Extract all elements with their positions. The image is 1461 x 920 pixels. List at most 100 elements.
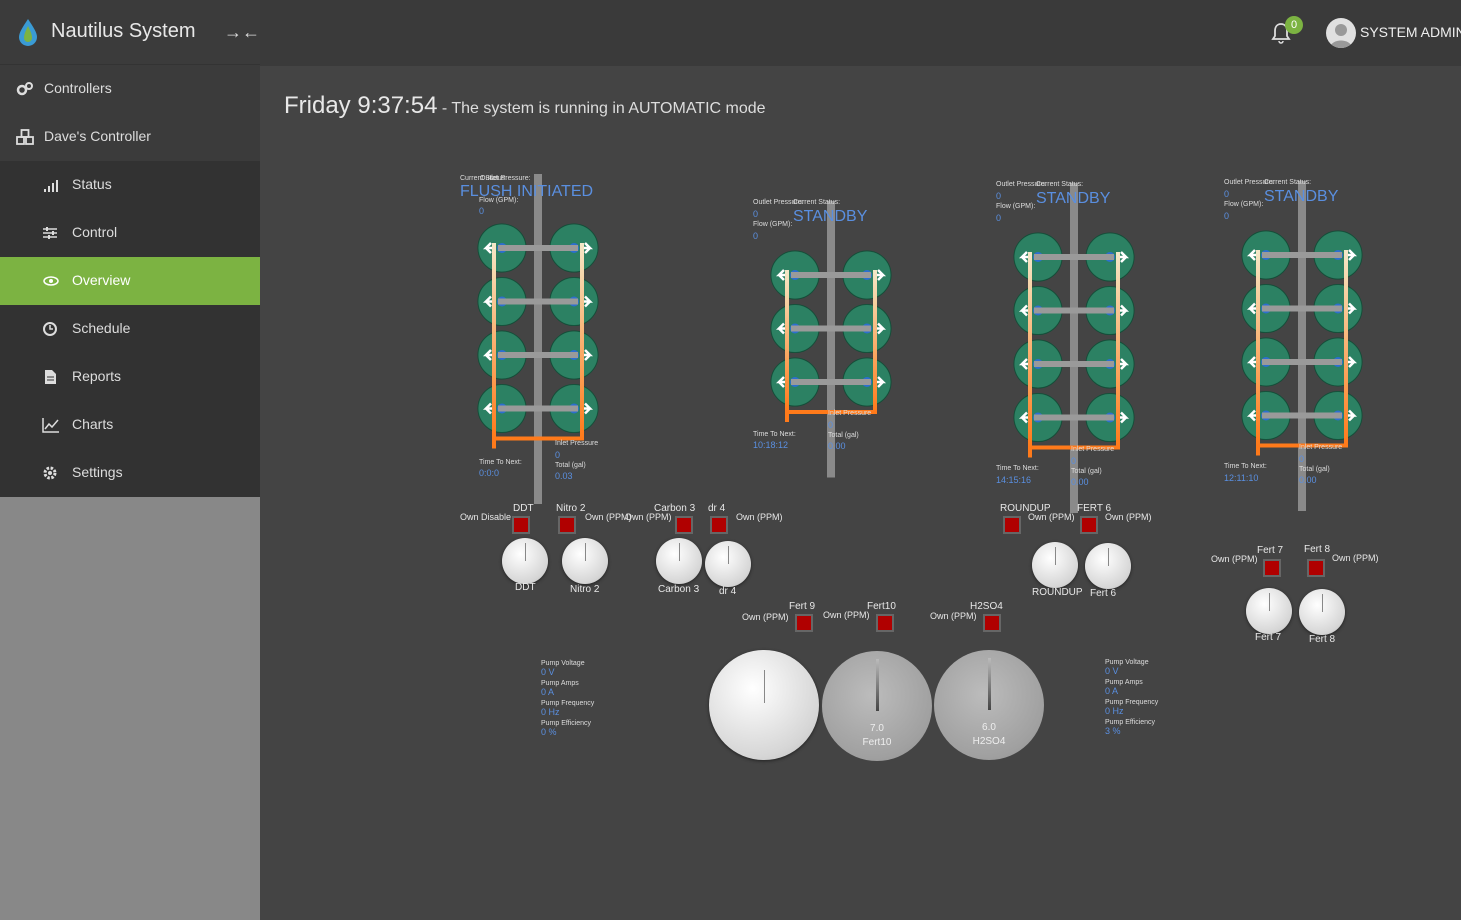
roundup-toggle[interactable]	[1003, 516, 1021, 534]
fert7-knob[interactable]	[1246, 588, 1292, 634]
flow-value: 0	[1224, 211, 1230, 221]
total-value: 0.00	[1299, 475, 1317, 485]
nitro2-knob[interactable]	[562, 538, 608, 584]
pump-voltage-value: 0 V	[541, 667, 555, 677]
h2so4-dial-label: H2SO4	[972, 736, 1006, 747]
fert7-knob-label: Fert 7	[1255, 632, 1282, 643]
fert7-toggle[interactable]	[1263, 559, 1281, 577]
flow-label: Flow (GPM):	[1224, 201, 1264, 208]
roundup-knob-label: ROUNDUP	[1032, 587, 1083, 598]
sidebar-item-label: Charts	[72, 416, 114, 432]
own-ppm-label: Own (PPM)	[823, 610, 870, 620]
fert6-toggle[interactable]	[1080, 516, 1098, 534]
unit-status-text: STANDBY	[1036, 190, 1111, 207]
total-value: 0.00	[1071, 477, 1089, 487]
h2so4-dial[interactable]: 6.0 H2SO4	[934, 650, 1044, 760]
sidebar-item-overview[interactable]: Overview	[0, 257, 260, 305]
fert10-dial-value: 7.0	[870, 723, 884, 734]
sidebar-item-charts[interactable]: Charts	[0, 401, 260, 449]
clock-icon	[43, 322, 57, 336]
sidebar-item-daves-controller[interactable]: Dave's Controller	[0, 113, 260, 161]
own-ppm-label: Own (PPM)	[736, 512, 783, 522]
fert8-knob[interactable]	[1299, 589, 1345, 635]
sidebar-item-status[interactable]: Status	[0, 161, 260, 209]
fert10-toggle[interactable]	[876, 614, 894, 632]
pump-voltage-label: Pump Voltage	[541, 660, 585, 667]
pump-frequency-value: 0 Hz	[1105, 706, 1124, 716]
ddt-knob[interactable]	[502, 538, 548, 584]
manifold-bar	[498, 352, 578, 358]
pump-efficiency-value: 0 %	[541, 727, 557, 737]
sidebar-item-label: Dave's Controller	[44, 128, 151, 144]
pump-voltage-label: Pump Voltage	[1105, 659, 1149, 666]
sliders-icon	[43, 227, 57, 239]
current-status-label: Current Status:	[1264, 179, 1312, 186]
user-name[interactable]: SYSTEM ADMIN	[1360, 24, 1461, 40]
sidebar-item-label: Settings	[72, 464, 123, 480]
flow-label: Flow (GPM):	[753, 221, 793, 228]
own-ppm-label: Own (PPM)	[1211, 554, 1258, 564]
dr4-knob[interactable]	[705, 541, 751, 587]
knob-needle	[1322, 593, 1323, 612]
fert10-dial[interactable]: 7.0 Fert10	[822, 651, 932, 761]
center-pipe	[534, 174, 542, 504]
dr4-toggle[interactable]	[710, 516, 728, 534]
inlet-pressure-value: 0	[828, 420, 834, 430]
ddt-label: DDT	[513, 503, 534, 514]
manifold-bar	[1034, 414, 1114, 421]
sidebar-item-label: Control	[72, 224, 118, 240]
h2so4-toggle[interactable]	[983, 614, 1001, 632]
time-to-next-label: Time To Next:	[1224, 463, 1267, 470]
manifold-bar	[791, 272, 871, 278]
sidebar-item-schedule[interactable]: Schedule	[0, 305, 260, 353]
roundup-knob[interactable]	[1032, 542, 1078, 588]
manifold-bar	[1034, 254, 1114, 260]
carbon3-toggle[interactable]	[675, 516, 693, 534]
dr4-label: dr 4	[708, 503, 726, 514]
time-to-next-value: 10:18:12	[753, 440, 789, 450]
fert9-dial[interactable]	[709, 650, 819, 760]
sidebar-item-settings[interactable]: Settings	[0, 449, 260, 497]
manifold-bar	[498, 405, 578, 412]
nitro2-toggle[interactable]	[558, 516, 576, 534]
sidebar-item-label: Status	[72, 176, 112, 192]
fert9-label: Fert 9	[789, 601, 816, 612]
current-status-label: Current Status:	[793, 199, 841, 206]
inlet-pressure-value: 0	[555, 450, 561, 460]
pump-frequency-value: 0 Hz	[541, 707, 560, 717]
carbon3-knob[interactable]	[656, 538, 702, 584]
own-ppm-label: Own (PPM)	[742, 612, 789, 622]
user-icon	[1330, 24, 1352, 48]
main-nav: Controllers Dave's Controller Status Con…	[0, 65, 260, 497]
sidebar-item-label: Reports	[72, 368, 122, 384]
flow-value: 0	[479, 206, 485, 216]
filter-unit-diagram	[1241, 181, 1363, 511]
time-to-next-value: 0:0:0	[479, 468, 500, 478]
manifold-bar	[1262, 412, 1342, 419]
fert6-knob[interactable]	[1085, 543, 1131, 589]
ddt-toggle[interactable]	[512, 516, 530, 534]
sidebar: Nautilus System →← Controllers Dave's Co…	[0, 0, 260, 920]
time-to-next-label: Time To Next:	[479, 459, 522, 466]
flow-value: 0	[996, 213, 1002, 223]
fert8-toggle[interactable]	[1307, 559, 1325, 577]
knob-needle	[1108, 547, 1109, 566]
time-to-next-value: 12:11:10	[1224, 473, 1259, 483]
sidebar-item-controllers[interactable]: Controllers	[0, 65, 260, 113]
flow-label: Flow (GPM):	[996, 203, 1036, 210]
total-value: 0.00	[828, 441, 846, 451]
pump-amps-label: Pump Amps	[1105, 679, 1143, 686]
knob-needle	[1269, 592, 1270, 611]
fert10-dial-label: Fert10	[862, 737, 892, 748]
outlet-pressure-value: 0	[1224, 189, 1230, 199]
knob-needle	[585, 542, 586, 561]
sidebar-item-control[interactable]: Control	[0, 209, 260, 257]
pump-frequency-label: Pump Frequency	[541, 700, 595, 707]
sidebar-item-reports[interactable]: Reports	[0, 353, 260, 401]
manifold-bar	[791, 325, 871, 332]
avatar[interactable]	[1326, 18, 1356, 48]
pump-efficiency-label: Pump Efficiency	[541, 720, 592, 727]
sidebar-collapse-icon[interactable]: →←	[224, 22, 260, 43]
fert9-toggle[interactable]	[795, 614, 813, 632]
manifold-bar	[1034, 361, 1114, 367]
